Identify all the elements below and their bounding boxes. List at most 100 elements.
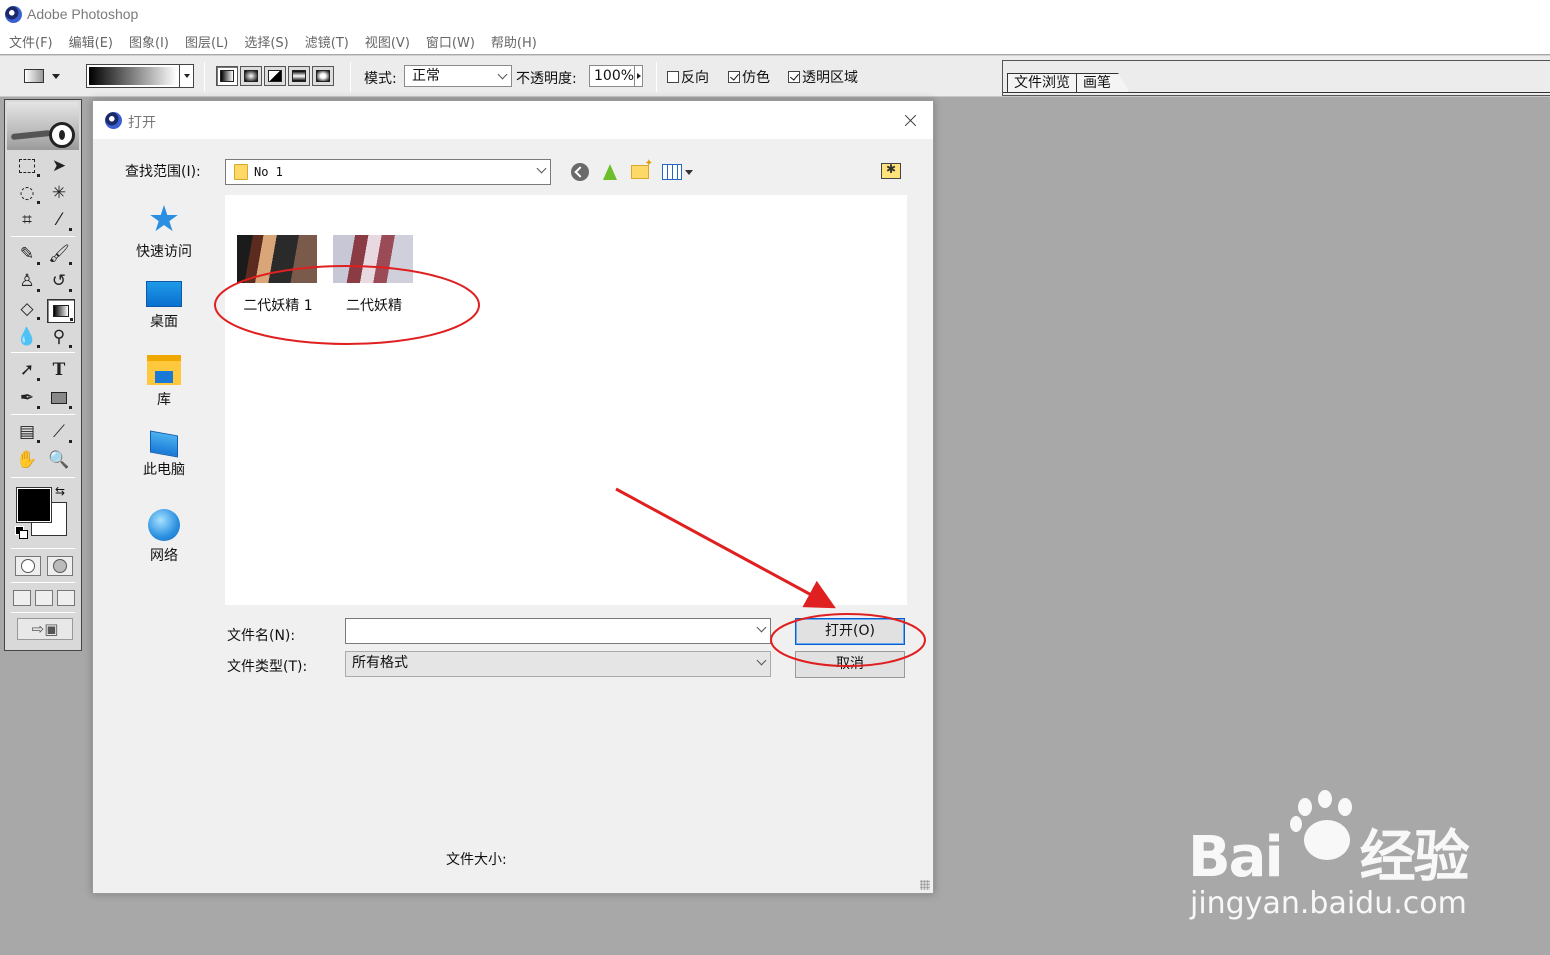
checkbox-box-checked[interactable] (788, 71, 800, 83)
file-name: 二代妖精 (346, 298, 402, 314)
menu-edit[interactable]: 编辑(E) (62, 32, 122, 51)
marquee-tool[interactable] (13, 154, 41, 178)
magic-wand-tool[interactable]: ✳ (45, 181, 73, 205)
rectangle-tool[interactable] (45, 386, 73, 410)
gradient-dropdown-button[interactable] (179, 65, 193, 87)
standard-mode-button[interactable] (15, 556, 41, 576)
healing-brush-tool[interactable]: ✎ (13, 242, 41, 266)
zoom-tool[interactable]: 🔍 (45, 448, 73, 472)
type-tool[interactable]: T (45, 358, 73, 382)
tab-file-browser[interactable]: 文件浏览 (1007, 73, 1077, 93)
filetype-select[interactable]: 所有格式 (345, 651, 771, 677)
look-in-label: 查找范围(I): (125, 164, 201, 180)
lasso-tool[interactable]: ◌ (13, 181, 41, 205)
menu-select[interactable]: 选择(S) (237, 32, 297, 51)
hand-icon: ✋ (16, 450, 38, 470)
open-button[interactable]: 打开(O) (795, 618, 905, 645)
tab-brushes[interactable]: 画笔 (1076, 73, 1130, 93)
clone-stamp-tool[interactable]: ♙ (13, 269, 41, 293)
image-thumbnail (333, 235, 413, 283)
path-selection-tool[interactable]: ➚ (13, 358, 41, 382)
angle-gradient-button[interactable] (264, 66, 286, 86)
pen-tool[interactable]: ✒ (13, 386, 41, 410)
toolbox: ➤ ◌ ✳ ⌗ ⁄ ✎ 🖌 ♙ ↺ ◇ 💧 ⚲ ➚ T ✒ ▤ ⟋ ✋ 🔍 ⇆ … (4, 99, 82, 651)
file-item[interactable]: 二代妖精 (333, 235, 415, 315)
history-brush-icon: ↺ (51, 271, 67, 291)
dialog-title-bar[interactable]: 打开 (93, 101, 933, 139)
menu-view[interactable]: 视图(V) (358, 32, 419, 51)
tool-preset-picker[interactable] (24, 65, 72, 87)
resize-grip[interactable] (920, 880, 930, 890)
up-arrow-icon (603, 164, 617, 180)
filename-input[interactable] (345, 618, 771, 644)
place-desktop[interactable]: 桌面 (109, 281, 219, 331)
menu-filter[interactable]: 滤镜(T) (298, 32, 358, 51)
eyedropper-tool[interactable]: ⟋ (45, 420, 73, 444)
quick-mask-icon (53, 559, 67, 573)
file-list[interactable]: 二代妖精 1 二代妖精 (225, 195, 907, 605)
checkbox-box-checked[interactable] (728, 71, 740, 83)
dropdown-arrow-icon (52, 73, 60, 79)
quick-mask-button[interactable] (47, 556, 73, 576)
checkbox-box[interactable] (667, 71, 679, 83)
menu-file[interactable]: 文件(F) (2, 32, 62, 51)
menu-help[interactable]: 帮助(H) (484, 32, 546, 51)
star-icon: ★ (147, 199, 181, 240)
diamond-gradient-button[interactable] (312, 66, 334, 86)
toolbox-divider (11, 548, 75, 549)
default-colors-icon[interactable] (15, 526, 28, 539)
toolbox-header[interactable] (7, 102, 79, 150)
slice-tool[interactable]: ⁄ (45, 208, 73, 232)
cancel-button[interactable]: 取消 (795, 651, 905, 678)
opacity-slider-button[interactable] (634, 66, 642, 86)
menu-window[interactable]: 窗口(W) (419, 32, 484, 51)
move-tool[interactable]: ➤ (45, 154, 73, 178)
dither-checkbox[interactable]: 仿色 (728, 67, 770, 87)
place-label: 此电脑 (143, 462, 185, 478)
reflected-gradient-icon (292, 70, 306, 82)
gradient-picker[interactable] (86, 64, 194, 88)
opacity-input[interactable]: 100% (589, 65, 643, 87)
notes-tool[interactable]: ▤ (13, 420, 41, 444)
desktop-icon (146, 281, 182, 307)
blur-tool[interactable]: 💧 (13, 325, 41, 349)
desktop-folder-button[interactable] (881, 162, 901, 179)
reflected-gradient-button[interactable] (288, 66, 310, 86)
gradient-tool[interactable] (47, 299, 75, 323)
brush-tool[interactable]: 🖌 (45, 242, 73, 266)
radial-gradient-button[interactable] (240, 66, 262, 86)
swap-colors-icon[interactable]: ⇆ (55, 484, 65, 498)
close-icon[interactable] (901, 111, 921, 131)
menu-layer[interactable]: 图层(L) (178, 32, 237, 51)
full-screen-menu-button[interactable] (35, 590, 53, 606)
watermark-logo-left: Bai (1188, 825, 1284, 890)
jump-to-imageready-button[interactable]: ⇨▣ (17, 618, 73, 640)
note-icon: ▤ (18, 422, 36, 442)
full-screen-button[interactable] (57, 590, 75, 606)
history-brush-tool[interactable]: ↺ (45, 269, 73, 293)
eraser-icon: ◇ (20, 299, 34, 319)
file-item[interactable]: 二代妖精 1 (237, 235, 319, 315)
transparency-checkbox[interactable]: 透明区域 (788, 67, 858, 87)
crop-tool[interactable]: ⌗ (13, 208, 41, 232)
place-libraries[interactable]: 库 (109, 355, 219, 409)
reverse-checkbox[interactable]: 反向 (667, 67, 709, 87)
linear-gradient-button[interactable] (216, 66, 238, 86)
options-bar: 模式: 正常 不透明度: 100% 反向 仿色 透明区域 文件浏览 画笔 (0, 55, 1550, 97)
standard-screen-button[interactable] (13, 590, 31, 606)
place-network[interactable]: 网络 (109, 509, 219, 565)
look-in-select[interactable]: No 1 (225, 159, 551, 185)
place-quick-access[interactable]: ★ 快速访问 (109, 199, 219, 261)
menu-image[interactable]: 图象(I) (122, 32, 178, 51)
view-menu-button[interactable] (661, 161, 693, 183)
place-this-pc[interactable]: 此电脑 (109, 430, 219, 479)
eraser-tool[interactable]: ◇ (13, 297, 41, 321)
dodge-tool[interactable]: ⚲ (45, 325, 73, 349)
new-folder-button[interactable] (629, 158, 653, 183)
foreground-color-swatch[interactable] (16, 487, 52, 523)
photoshop-eye-icon (105, 112, 122, 129)
up-folder-button[interactable] (599, 161, 621, 183)
hand-tool[interactable]: ✋ (13, 448, 41, 472)
back-button[interactable] (569, 161, 591, 183)
mode-select[interactable]: 正常 (404, 65, 512, 87)
